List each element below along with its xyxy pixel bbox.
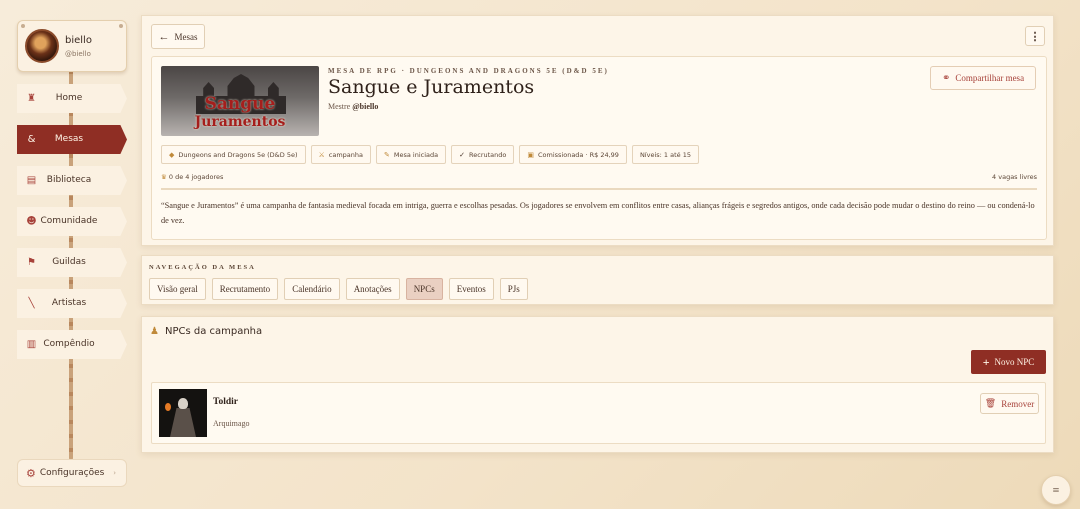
settings-label: Configurações (39, 468, 105, 478)
tab-recrutamento[interactable]: Recrutamento (211, 278, 279, 300)
settings-button[interactable]: ⚙ Configurações › (17, 459, 127, 487)
npc-section-title-label: NPCs da campanha (164, 326, 263, 337)
user-handle: @biello (65, 50, 91, 58)
pin-decoration (21, 24, 25, 28)
trash-icon: 🗑 (984, 398, 997, 408)
tag-label: Mesa iniciada (393, 150, 439, 159)
npc-panel: ♟ NPCs da campanha + Novo NPC Toldir Arq… (141, 316, 1054, 453)
npc-icon: ♟ (150, 326, 159, 337)
page-title: Sangue e Juramentos (328, 76, 535, 98)
sidebar-item-label: Mesas (54, 134, 84, 144)
list-item[interactable]: Toldir Arquimago 🗑 Remover (151, 382, 1046, 444)
tag-label: Níveis: 1 até 15 (639, 150, 691, 159)
sidebar-item-label: Guildas (52, 257, 86, 267)
portrait-flame (165, 403, 171, 411)
tag-recruiting: ✓ Recrutando (451, 145, 515, 164)
table-tags: ◆ Dungeons and Dragons 5e (D&D 5e) ⚔ campa… (161, 145, 699, 164)
tab-anotacoes[interactable]: Anotações (345, 278, 400, 300)
vacancies-count: 4 vagas livres (992, 173, 1037, 181)
avatar[interactable] (25, 29, 59, 63)
hamburger-menu-icon: ≡ (1052, 482, 1060, 497)
npc-role: Arquimago (213, 419, 250, 428)
portrait-skull (178, 398, 188, 409)
table-card: Sangue Juramentos MESA DE RPG · DUNGEONS… (151, 56, 1047, 240)
new-npc-button[interactable]: + Novo NPC (971, 350, 1046, 374)
players-icon: ♛ (161, 173, 167, 181)
sidebar-item-comunidade[interactable]: ☻ Comunidade (17, 207, 127, 236)
table-master: Mestre @biello (328, 102, 378, 111)
user-profile-card[interactable]: biello @biello (17, 20, 127, 72)
navigation-label: NAVEGAÇÃO DA MESA (149, 264, 256, 271)
share-button-label: Compartilhar mesa (955, 73, 1025, 83)
back-button-label: Mesas (174, 31, 198, 42)
check-icon: ✓ (459, 150, 466, 159)
tag-label: Comissionada · R$ 24,99 (537, 150, 619, 159)
npc-portrait (159, 389, 207, 437)
share-table-button[interactable]: ⚭ Compartilhar mesa (930, 66, 1036, 90)
players-progress-bar (161, 188, 1037, 190)
tab-calendario[interactable]: Calendário (284, 278, 340, 300)
tag-label: Recrutando (469, 150, 507, 159)
floating-menu-button[interactable]: ≡ (1041, 475, 1071, 505)
kebab-menu-icon: ⋮ (1029, 30, 1041, 43)
tab-npcs[interactable]: NPCs (405, 278, 443, 300)
cover-title-line1: Sangue (204, 94, 276, 114)
sidebar-item-guildas[interactable]: ⚑ Guildas (17, 248, 127, 277)
tab-pjs[interactable]: PJs (499, 278, 528, 300)
sidebar-item-label: Artistas (51, 298, 87, 308)
sidebar-item-artistas[interactable]: ╲ Artistas (17, 289, 127, 318)
back-button[interactable]: ← Mesas (151, 24, 205, 49)
d20-icon: ◆ (169, 150, 175, 159)
npc-section-title: ♟ NPCs da campanha (150, 326, 262, 337)
remove-label: Remover (1001, 398, 1035, 409)
table-tabs: Visão geral Recrutamento Calendário Anot… (149, 278, 528, 300)
user-name: biello (65, 35, 92, 46)
sidebar-item-compendio[interactable]: ▥ Compêndio (17, 330, 127, 359)
sidebar-item-label: Biblioteca (46, 175, 92, 185)
table-cover-image: Sangue Juramentos (161, 66, 319, 136)
tag-levels: Níveis: 1 até 15 (631, 145, 699, 164)
sidebar-item-label: Comunidade (40, 216, 98, 226)
npc-name: Toldir (213, 397, 238, 407)
sidebar-item-biblioteca[interactable]: ▤ Biblioteca (17, 166, 127, 195)
sidebar: biello @biello ♜ Home & Mesas ▤ Bibliote… (0, 0, 140, 509)
tag-label: Dungeons and Dragons 5e (D&D 5e) (178, 150, 298, 159)
ticket-icon: ▣ (527, 150, 534, 159)
players-count-label: 0 de 4 jogadores (168, 173, 224, 181)
master-name-link[interactable]: @biello (352, 102, 378, 111)
remove-npc-button[interactable]: 🗑 Remover (980, 393, 1039, 414)
players-row: ♛ 0 de 4 jogadores 4 vagas livres (161, 173, 1037, 185)
sidebar-item-label: Compêndio (43, 339, 95, 349)
tag-label: campanha (328, 150, 364, 159)
scroll-icon: ✎ (384, 150, 390, 159)
table-kicker: MESA DE RPG · DUNGEONS AND DRAGONS 5E (D… (328, 67, 609, 75)
table-header-panel: ← Mesas ⋮ Sangue Juramentos MESA DE RPG … (141, 15, 1054, 246)
players-count: ♛ 0 de 4 jogadores (161, 173, 223, 181)
table-navigation-panel: NAVEGAÇÃO DA MESA Visão geral Recrutamen… (141, 255, 1054, 305)
master-prefix: Mestre (328, 102, 351, 111)
arrow-left-icon: ← (158, 30, 170, 43)
table-description: “Sangue e Juramentos” é uma campanha de … (161, 201, 1035, 225)
chevron-right-icon: › (113, 469, 116, 477)
cover-title-line2: Juramentos (194, 114, 286, 130)
sidebar-item-home[interactable]: ♜ Home (17, 84, 127, 113)
sword-icon: ⚔ (318, 150, 325, 159)
tag-commissioned: ▣ Comissionada · R$ 24,99 (519, 145, 627, 164)
tab-visao-geral[interactable]: Visão geral (149, 278, 206, 300)
new-npc-label: Novo NPC (994, 357, 1035, 367)
link-icon: ⚭ (941, 72, 951, 84)
sidebar-item-label: Home (55, 93, 83, 103)
tag-system: ◆ Dungeons and Dragons 5e (D&D 5e) (161, 145, 306, 164)
sidebar-item-mesas[interactable]: & Mesas (17, 125, 127, 154)
plus-icon: + (982, 354, 990, 369)
tag-status: ✎ Mesa iniciada (376, 145, 447, 164)
tag-type: ⚔ campanha (310, 145, 372, 164)
pin-decoration (119, 24, 123, 28)
more-options-button[interactable]: ⋮ (1025, 26, 1045, 46)
tab-eventos[interactable]: Eventos (448, 278, 494, 300)
gear-icon: ⚙ (26, 466, 36, 480)
portrait-body (170, 408, 196, 437)
